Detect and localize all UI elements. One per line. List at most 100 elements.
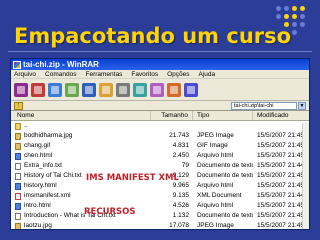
file-name: chen.html — [24, 152, 53, 159]
annotation-resources: RECURSOS — [84, 207, 136, 217]
wizard-icon[interactable] — [116, 82, 130, 97]
column-header-modified[interactable]: Modificado — [253, 111, 309, 120]
file-type: GIF Image — [197, 142, 228, 149]
file-name: .. — [24, 122, 28, 129]
annotation-manifest: IMS MANIFEST XML — [86, 173, 179, 183]
file-type — [193, 121, 253, 131]
file-row[interactable]: intro.html 4.526 Arquivo html 15/5/2007 21:… — [11, 201, 309, 211]
column-header-size[interactable]: Tamanho — [151, 111, 193, 120]
winrar-app-icon — [13, 60, 21, 69]
html-file-icon — [15, 152, 21, 160]
file-type: JPEG Image — [197, 222, 234, 229]
winrar-window: tai-chi.zip - WinRAR Arquivo Comandos Fe… — [10, 58, 310, 230]
virus-scan-icon[interactable] — [150, 82, 164, 97]
toolbar — [11, 79, 309, 101]
window-title: tai-chi.zip - WinRAR — [23, 60, 99, 69]
vertical-scrollbar[interactable] — [302, 123, 309, 229]
file-size: 4.526 — [172, 202, 189, 209]
protect-icon[interactable] — [184, 82, 198, 97]
file-type: Arquivo html — [197, 202, 234, 209]
xml-file-icon — [15, 192, 21, 200]
file-row[interactable]: bodhidharma.jpg 21.743 JPEG Image 15/5/2007… — [11, 131, 309, 141]
window-titlebar[interactable]: tai-chi.zip - WinRAR — [11, 59, 309, 70]
menu-item-opcoes[interactable]: Opções — [167, 70, 189, 78]
file-modified: 15/5/2007 21:45 — [257, 132, 304, 139]
title-divider — [8, 51, 312, 52]
file-size: 2.450 — [172, 152, 189, 159]
file-name: Extra_info.txt — [24, 162, 62, 169]
info-icon[interactable] — [133, 82, 147, 97]
file-modified — [253, 121, 309, 131]
add-icon[interactable] — [14, 82, 28, 97]
file-name: intro.html — [24, 202, 51, 209]
file-modified: 15/5/2007 21:45 — [257, 182, 304, 189]
file-size: 4.831 — [172, 142, 189, 149]
comment-icon[interactable] — [167, 82, 181, 97]
txt-file-icon — [15, 212, 21, 220]
folder-icon — [15, 122, 21, 130]
find-icon[interactable] — [99, 82, 113, 97]
file-type: XML Document — [197, 192, 242, 199]
path-bar: ↑ tai-chi.zip\tai-chi ▼ — [11, 101, 309, 111]
txt-file-icon — [15, 162, 21, 170]
menu-bar: Arquivo Comandos Ferramentas Favoritos O… — [11, 70, 309, 79]
file-name-cell: Extra_info.txt — [11, 161, 151, 171]
file-name: bodhidharma.jpg — [24, 132, 73, 139]
file-name: laotzu.jpg — [24, 222, 52, 229]
html-file-icon — [15, 202, 21, 210]
folder-up-icon[interactable]: ↑ — [14, 101, 23, 110]
view-icon[interactable] — [65, 82, 79, 97]
file-type: Documento de texto — [197, 162, 253, 169]
file-type: Documento de texto — [197, 172, 253, 179]
file-row[interactable]: Introduction - What is Tai Chi.txt 1.132 D… — [11, 211, 309, 221]
delete-icon[interactable] — [82, 82, 96, 97]
file-size — [151, 121, 193, 131]
path-dropdown-button[interactable]: ▼ — [298, 102, 306, 110]
file-name-cell: imsmanifest.xml — [11, 191, 151, 201]
file-row[interactable]: laotzu.jpg 17.078 JPEG Image 15/5/2007 21:4… — [11, 221, 309, 229]
menu-item-favoritos[interactable]: Favoritos — [131, 70, 158, 78]
menu-item-comandos[interactable]: Comandos — [45, 70, 76, 78]
file-name: history.html — [24, 182, 57, 189]
slide-title: Empacotando um curso — [14, 24, 292, 48]
file-size: 79 — [181, 162, 189, 169]
path-field[interactable]: tai-chi.zip\tai-chi — [231, 102, 297, 110]
file-size: 9.135 — [172, 192, 189, 199]
html-file-icon — [15, 182, 21, 190]
file-modified: 15/5/2007 21:45 — [257, 212, 304, 219]
extract-icon[interactable] — [31, 82, 45, 97]
file-name: History of Tai Chi.txt — [24, 172, 82, 179]
img-file-icon — [15, 142, 21, 150]
file-modified: 15/5/2007 21:45 — [257, 172, 304, 179]
file-type: Documento de texto — [197, 212, 253, 219]
file-row[interactable]: Extra_info.txt 79 Documento de texto 15/5/2… — [11, 161, 309, 171]
file-size: 21.743 — [169, 132, 189, 139]
file-name-cell: .. — [11, 121, 151, 131]
file-name-cell: chen.html — [11, 151, 151, 161]
file-name: chang.gif — [24, 142, 51, 149]
txt-file-icon — [15, 172, 21, 180]
file-modified: 15/5/2007 21:45 — [257, 222, 304, 229]
file-modified: 15/5/2007 21:45 — [257, 152, 304, 159]
column-header-name[interactable]: Nome — [11, 111, 151, 120]
file-size: 1.132 — [172, 212, 189, 219]
file-name-cell: chang.gif — [11, 141, 151, 151]
test-icon[interactable] — [48, 82, 62, 97]
file-row[interactable]: .. — [11, 121, 309, 131]
file-row[interactable]: chen.html 2.450 Arquivo html 15/5/2007 21:4… — [11, 151, 309, 161]
file-modified: 15/5/2007 21:45 — [257, 202, 304, 209]
img-file-icon — [15, 222, 21, 229]
file-name-cell: bodhidharma.jpg — [11, 131, 151, 141]
column-header-type[interactable]: Tipo — [193, 111, 253, 120]
file-name-cell: laotzu.jpg — [11, 221, 151, 229]
file-modified: 15/5/2007 21:44 — [257, 162, 304, 169]
file-list-header: Nome Tamanho Tipo Modificado — [11, 111, 309, 121]
file-row[interactable]: imsmanifest.xml 9.135 XML Document 15/5/200… — [11, 191, 309, 201]
file-type: Arquivo html — [197, 152, 234, 159]
menu-item-arquivo[interactable]: Arquivo — [14, 70, 36, 78]
menu-item-ajuda[interactable]: Ajuda — [198, 70, 215, 78]
file-row[interactable]: chang.gif 4.831 GIF Image 15/5/2007 21:45 — [11, 141, 309, 151]
img-file-icon — [15, 132, 21, 140]
menu-item-ferramentas[interactable]: Ferramentas — [85, 70, 122, 78]
file-type: Arquivo html — [197, 182, 234, 189]
